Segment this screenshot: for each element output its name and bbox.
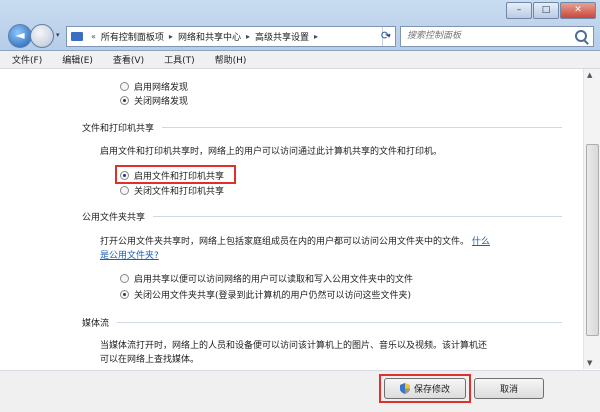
section-divider (162, 127, 562, 128)
maximize-button[interactable]: □ (533, 2, 559, 19)
save-changes-button[interactable]: 保存修改 (384, 378, 466, 399)
media-text-line: 当媒体流打开时，网络上的人员和设备便可以访问该计算机上的图片、音乐以及视频。该计… (100, 341, 488, 351)
section-divider (153, 216, 562, 217)
control-panel-icon (71, 32, 83, 41)
section-public-folder-sharing: 公用文件夹共享 (82, 210, 562, 223)
breadcrumb-separator-icon[interactable]: ▸ (314, 32, 318, 41)
radio-enable-file-printer-sharing[interactable]: 启用文件和打印机共享 (120, 169, 224, 182)
breadcrumb-separator-icon[interactable]: ▸ (246, 32, 250, 41)
minimize-button[interactable]: – (506, 2, 532, 19)
forward-button[interactable] (30, 24, 54, 48)
section-media-streaming: 媒体流 (82, 316, 562, 329)
cancel-button-label: 取消 (499, 385, 518, 395)
menu-view[interactable]: 查看(V) (101, 53, 152, 66)
radio-button-icon[interactable] (120, 186, 129, 195)
media-text-line: 可以在网络上查找媒体。 (100, 355, 200, 365)
back-arrow-icon: ◄ (15, 28, 25, 42)
menu-file[interactable]: 文件(F) (0, 53, 50, 66)
window-controls: – □ ✕ (505, 2, 596, 19)
recent-pages-dropdown[interactable]: ▾ (56, 31, 60, 39)
public-folder-description: 打开公用文件夹共享时，网络上包括家庭组成员在内的用户都可以访问公用文件夹中的文件… (100, 235, 540, 263)
file-printer-description: 启用文件和打印机共享时，网络上的用户可以访问通过此计算机共享的文件和打印机。 (100, 147, 443, 157)
section-divider (117, 322, 562, 323)
search-input[interactable] (407, 27, 567, 44)
radio-enable-network-discovery[interactable]: 启用网络发现 (120, 80, 188, 93)
save-button-label: 保存修改 (413, 385, 450, 395)
radio-enable-public-folder-sharing[interactable]: 启用共享以便可以访问网络的用户可以读取和写入公用文件夹中的文件 (120, 272, 413, 285)
section-heading: 公用文件夹共享 (82, 213, 146, 223)
menu-edit[interactable]: 编辑(E) (50, 53, 101, 66)
breadcrumb-separator-icon[interactable]: ▸ (169, 32, 173, 41)
what-is-public-folder-link[interactable]: 什么 (472, 237, 490, 247)
media-description: 当媒体流打开时，网络上的人员和设备便可以访问该计算机上的图片、音乐以及视频。该计… (100, 339, 540, 367)
section-heading: 媒体流 (82, 319, 110, 329)
title-bar: – □ ✕ ◄ ▾ « 所有控制面板项 ▸ 网络和共享中心 ▸ 高级共享设置 ▸… (0, 0, 600, 51)
close-button[interactable]: ✕ (560, 2, 596, 19)
what-is-public-folder-link[interactable]: 是公用文件夹? (100, 251, 159, 261)
menu-tools[interactable]: 工具(T) (152, 53, 203, 66)
refresh-icon[interactable]: ⟳ (377, 27, 394, 44)
breadcrumb-network-center[interactable]: 网络和共享中心 (178, 30, 241, 43)
back-button[interactable]: ◄ (8, 24, 32, 48)
radio-disable-network-discovery[interactable]: 关闭网络发现 (120, 94, 188, 107)
radio-label: 关闭网络发现 (134, 97, 189, 107)
menu-bar: 文件(F) 编辑(E) 查看(V) 工具(T) 帮助(H) (0, 51, 600, 69)
radio-disable-public-folder-sharing[interactable]: 关闭公用文件夹共享(登录到此计算机的用户仍然可以访问这些文件夹) (120, 288, 411, 301)
uac-shield-icon (399, 383, 410, 394)
breadcrumb-advanced-sharing[interactable]: 高级共享设置 (255, 30, 309, 43)
radio-button-icon[interactable] (120, 96, 129, 105)
scroll-down-icon[interactable]: ▼ (587, 359, 592, 367)
radio-button-icon[interactable] (120, 171, 129, 180)
scroll-up-icon[interactable]: ▲ (587, 71, 592, 79)
radio-disable-file-printer-sharing[interactable]: 关闭文件和打印机共享 (120, 184, 224, 197)
section-heading: 文件和打印机共享 (82, 124, 155, 134)
radio-button-icon[interactable] (120, 290, 129, 299)
search-box[interactable] (400, 26, 594, 47)
public-folder-text: 打开公用文件夹共享时，网络上包括家庭组成员在内的用户都可以访问公用文件夹中的文件… (100, 237, 470, 247)
radio-button-icon[interactable] (120, 274, 129, 283)
radio-label: 启用网络发现 (134, 83, 189, 93)
cancel-button[interactable]: 取消 (474, 378, 544, 399)
overflow-chevron-icon[interactable]: « (91, 32, 96, 41)
search-icon[interactable] (575, 30, 587, 42)
section-file-printer-sharing: 文件和打印机共享 (82, 121, 562, 134)
breadcrumb-all-items[interactable]: 所有控制面板项 (101, 30, 164, 43)
radio-button-icon[interactable] (120, 82, 129, 91)
radio-label: 关闭文件和打印机共享 (134, 187, 225, 197)
menu-help[interactable]: 帮助(H) (203, 53, 255, 66)
scrollbar-thumb[interactable] (586, 144, 599, 336)
address-bar[interactable]: « 所有控制面板项 ▸ 网络和共享中心 ▸ 高级共享设置 ▸ ▾ (66, 26, 396, 47)
vertical-scrollbar[interactable]: ▲ ▼ (583, 69, 600, 369)
radio-label: 关闭公用文件夹共享(登录到此计算机的用户仍然可以访问这些文件夹) (134, 291, 412, 301)
radio-label: 启用文件和打印机共享 (134, 172, 225, 182)
radio-label: 启用共享以便可以访问网络的用户可以读取和写入公用文件夹中的文件 (134, 275, 414, 285)
